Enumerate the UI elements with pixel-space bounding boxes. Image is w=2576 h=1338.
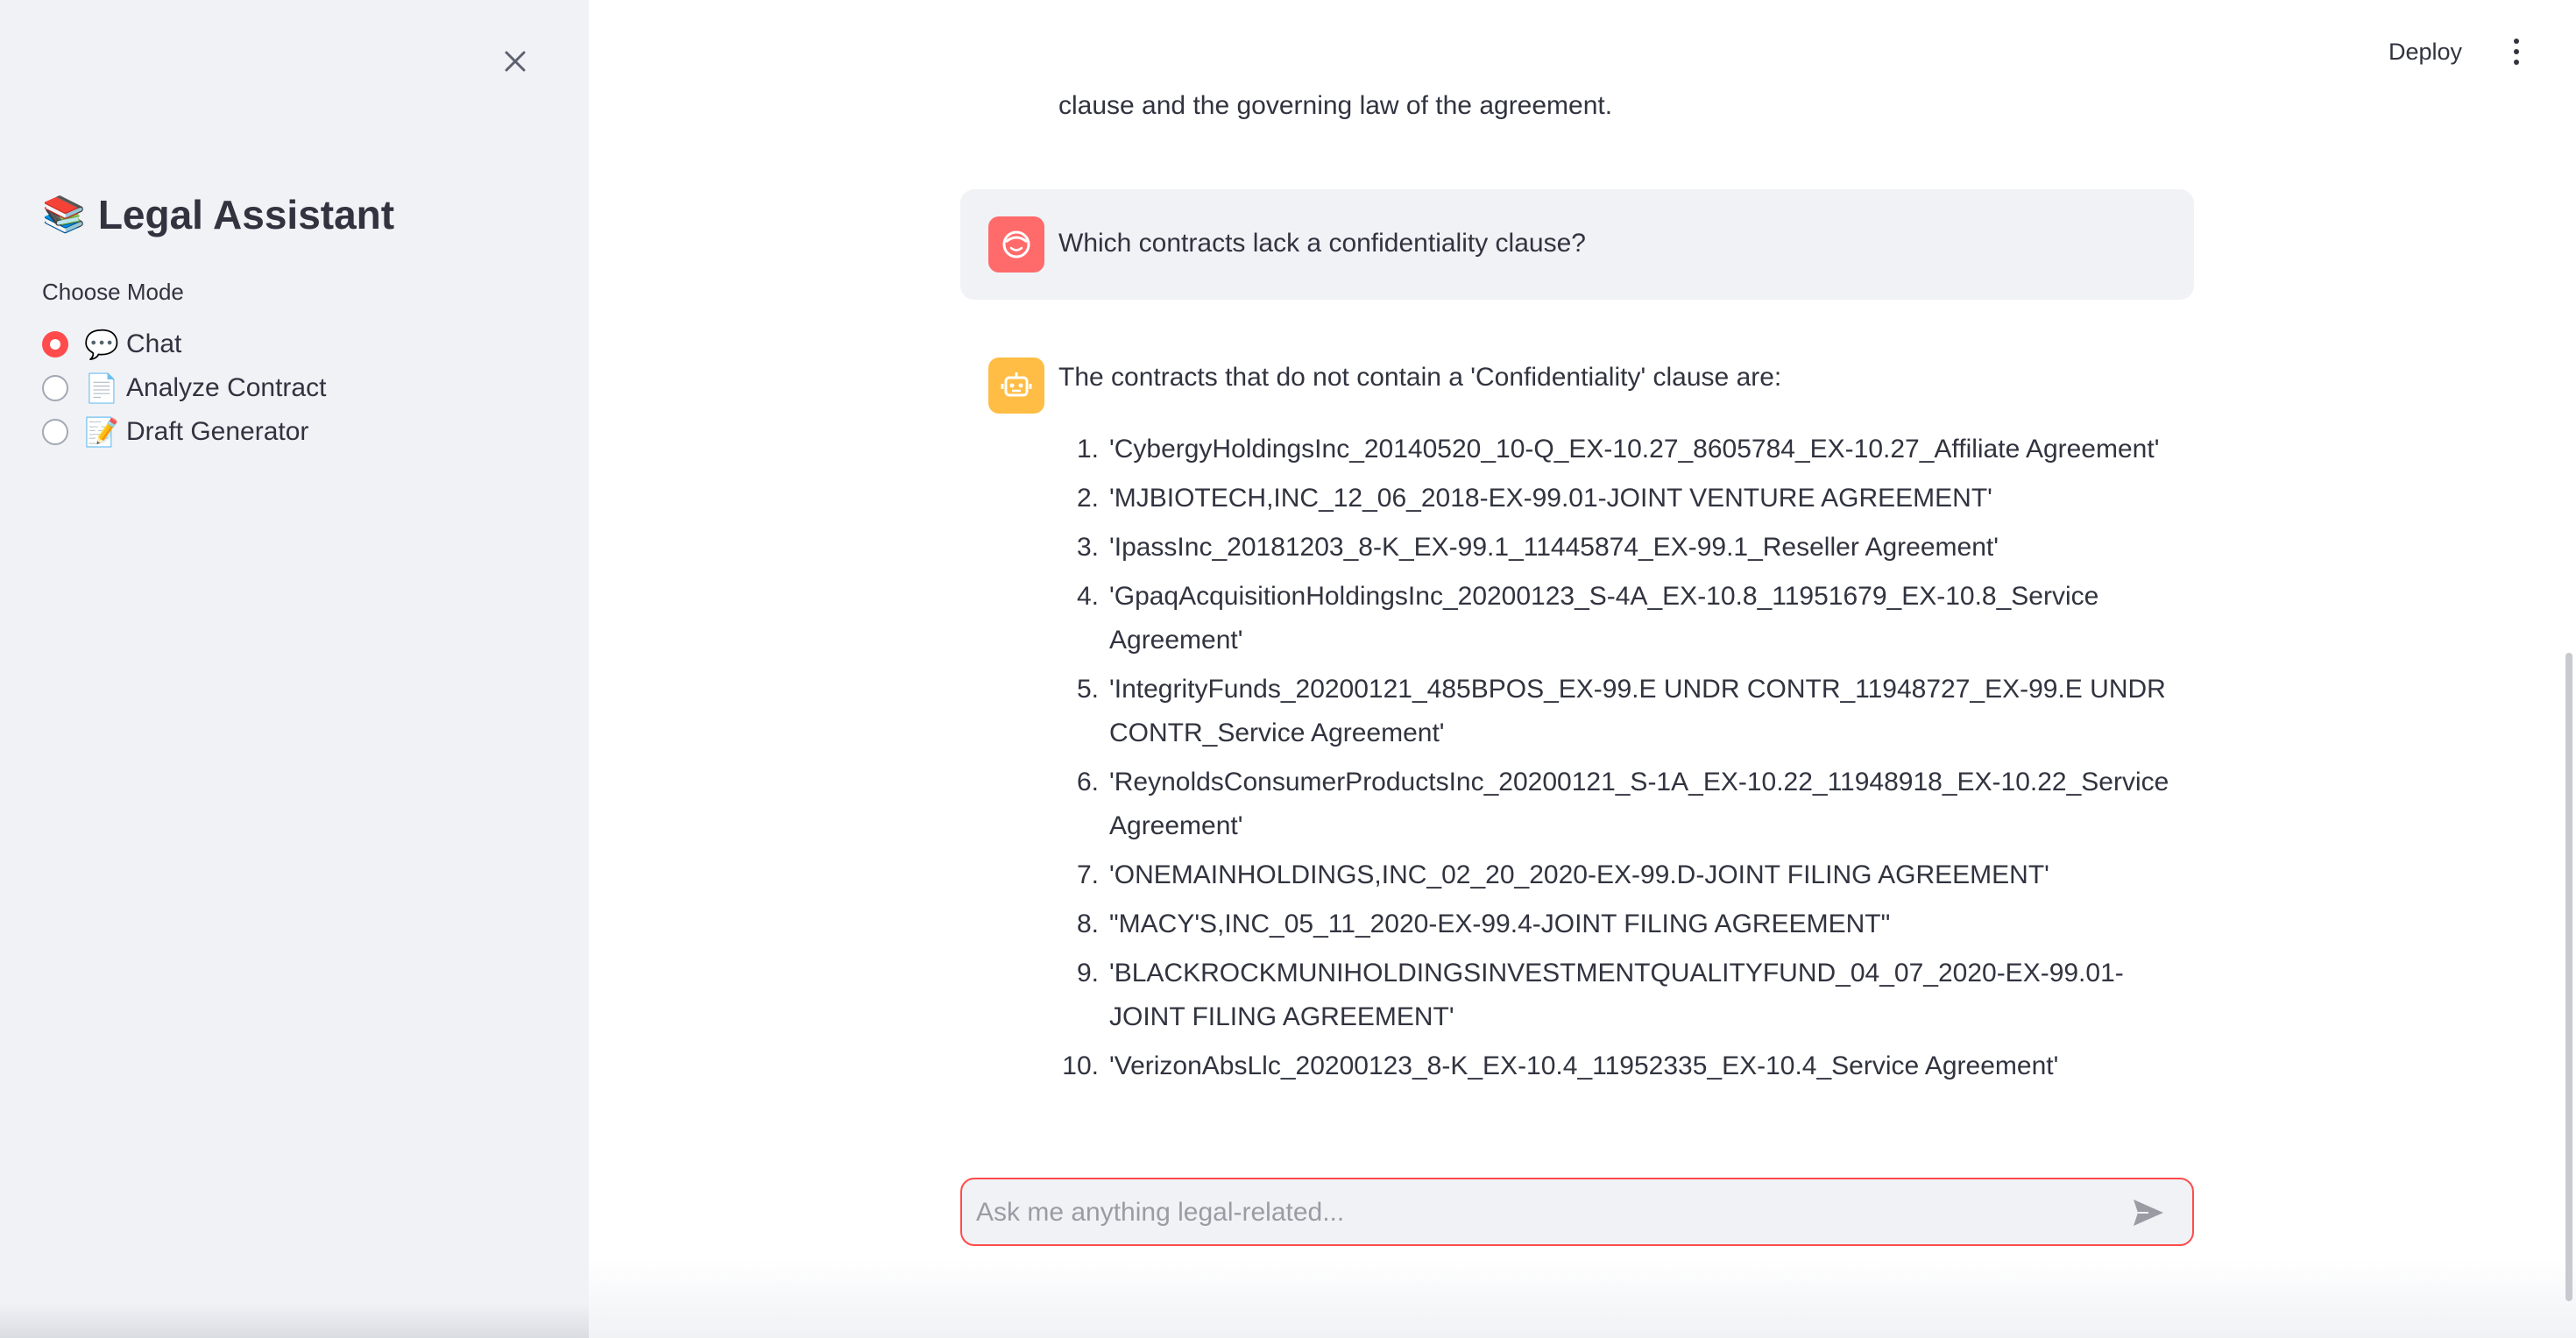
speech-bubble-icon: 💬 xyxy=(84,329,119,360)
radio-button-checked[interactable] xyxy=(42,331,68,358)
list-item-number: 2. xyxy=(1076,484,1099,513)
user-face-icon xyxy=(1002,230,1030,258)
list-item-text: 'MJBIOTECH,INC_12_06_2018-EX-99.01-JOINT… xyxy=(1109,484,1992,513)
assistant-avatar xyxy=(988,358,1044,414)
previous-message-text: clause and the governing law of the agre… xyxy=(1058,91,1613,120)
list-item-number: 10. xyxy=(1062,1051,1099,1080)
radio-button[interactable] xyxy=(42,375,68,401)
list-item: 9. 'BLACKROCKMUNIHOLDINGSINVESTMENTQUALIT… xyxy=(1058,952,2197,1039)
list-item-text: 'CybergyHoldingsInc_20140520_10-Q_EX-10.… xyxy=(1109,435,2160,464)
list-item-number: 1. xyxy=(1076,435,1099,464)
list-item: 3. 'IpassInc_20181203_8-K_EX-99.1_1144587… xyxy=(1058,526,2197,570)
mode-label: Choose Mode xyxy=(42,279,184,305)
list-item-number: 7. xyxy=(1076,860,1099,889)
list-item: 5. 'IntegrityFunds_20200121_485BPOS_EX-99… xyxy=(1058,668,2197,755)
list-item-number: 3. xyxy=(1076,533,1099,562)
scrollbar[interactable] xyxy=(2565,653,2572,1301)
send-button[interactable] xyxy=(2131,1197,2166,1228)
contract-list: 1. 'CybergyHoldingsInc_20140520_10-Q_EX-1… xyxy=(1058,428,2197,1094)
mode-option-chat[interactable]: 💬 Chat xyxy=(42,322,326,366)
mode-option-analyze-contract[interactable]: 📄 Analyze Contract xyxy=(42,366,326,410)
document-icon: 📄 xyxy=(84,372,119,404)
chat-input[interactable] xyxy=(974,1179,2117,1246)
list-item-number: 9. xyxy=(1076,959,1099,988)
radio-button[interactable] xyxy=(42,419,68,445)
user-avatar xyxy=(988,216,1044,273)
list-item-text: "MACY'S,INC_05_11_2020-EX-99.4-JOINT FIL… xyxy=(1109,910,1891,938)
list-item: 2. 'MJBIOTECH,INC_12_06_2018-EX-99.01-JOI… xyxy=(1058,477,2197,520)
main-area: Deploy clause and the governing law of t… xyxy=(589,0,2576,1338)
kebab-menu-icon xyxy=(2509,39,2523,65)
list-item: 1. 'CybergyHoldingsInc_20140520_10-Q_EX-1… xyxy=(1058,428,2197,471)
mode-option-label: Chat xyxy=(126,329,182,358)
assistant-intro-text: The contracts that do not contain a 'Con… xyxy=(1058,363,1782,392)
deploy-button[interactable]: Deploy xyxy=(2388,39,2462,66)
mode-radio-group: 💬 Chat 📄 Analyze Contract 📝 Draft Genera… xyxy=(42,322,326,454)
list-item-number: 8. xyxy=(1076,910,1099,938)
list-item: 10. 'VerizonAbsLlc_20200123_8-K_EX-10.4_1… xyxy=(1058,1044,2197,1088)
list-item: 7. 'ONEMAINHOLDINGS,INC_02_20_2020-EX-99.… xyxy=(1058,853,2197,897)
list-item-text: 'ONEMAINHOLDINGS,INC_02_20_2020-EX-99.D-… xyxy=(1109,860,2049,889)
list-item-number: 5. xyxy=(1076,675,1099,704)
mode-option-label: Draft Generator xyxy=(126,417,309,446)
bottom-fade xyxy=(589,1259,2576,1338)
main-menu-button[interactable] xyxy=(2509,39,2523,74)
list-item-text: 'BLACKROCKMUNIHOLDINGSINVESTMENTQUALITYF… xyxy=(1109,959,2124,1031)
list-item-text: 'VerizonAbsLlc_20200123_8-K_EX-10.4_1195… xyxy=(1109,1051,2059,1080)
list-item: 4. 'GpaqAcquisitionHoldingsInc_20200123_S… xyxy=(1058,575,2197,662)
list-item-number: 4. xyxy=(1076,582,1099,611)
sidebar-bottom-shadow xyxy=(0,1303,589,1338)
user-message: Which contracts lack a confidentiality c… xyxy=(960,189,2194,300)
list-item-text: 'ReynoldsConsumerProductsInc_20200121_S-… xyxy=(1109,768,2169,840)
sidebar-title: 📚 Legal Assistant xyxy=(42,191,394,238)
user-message-text: Which contracts lack a confidentiality c… xyxy=(1058,229,1586,258)
close-icon xyxy=(505,51,526,72)
books-icon: 📚 xyxy=(42,195,86,234)
list-item-text: 'IpassInc_20181203_8-K_EX-99.1_11445874_… xyxy=(1109,533,1999,562)
list-item-number: 6. xyxy=(1076,768,1099,796)
robot-icon xyxy=(1001,372,1032,397)
list-item: 8. "MACY'S,INC_05_11_2020-EX-99.4-JOINT F… xyxy=(1058,903,2197,946)
sidebar-title-text: Legal Assistant xyxy=(97,192,395,237)
list-item-text: 'GpaqAcquisitionHoldingsInc_20200123_S-4… xyxy=(1109,582,2099,655)
mode-option-label: Analyze Contract xyxy=(126,373,327,402)
list-item-text: 'IntegrityFunds_20200121_485BPOS_EX-99.E… xyxy=(1109,675,2166,747)
memo-icon: 📝 xyxy=(84,416,119,448)
list-item: 6. 'ReynoldsConsumerProductsInc_20200121_… xyxy=(1058,761,2197,848)
send-icon xyxy=(2134,1200,2163,1226)
close-sidebar-button[interactable] xyxy=(498,44,533,79)
mode-option-draft-generator[interactable]: 📝 Draft Generator xyxy=(42,410,326,454)
sidebar: 📚 Legal Assistant Choose Mode 💬 Chat 📄 A… xyxy=(0,0,589,1338)
chat-input-box xyxy=(960,1178,2194,1246)
